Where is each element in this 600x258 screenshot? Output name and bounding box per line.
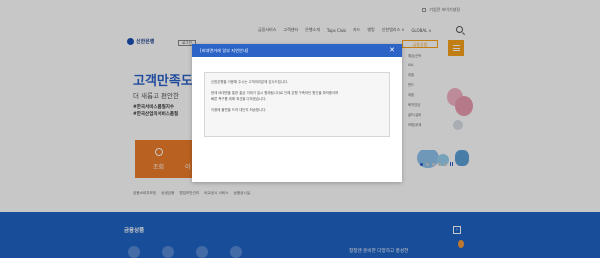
modal-title: [비대면거래 일부 지연안내]: [200, 47, 249, 53]
modal-text: 이용에 불편을 드려 대단히 죄송합니다.: [211, 108, 267, 112]
modal-message-box: 신한은행을 이용해 주시는 고객여러분께 감사드립니다. 현재 비대면을 통한 …: [204, 72, 390, 137]
modal-text: 빠른 복구를 위해 최선을 다하겠습니다.: [211, 97, 267, 101]
modal-text: 현재 비대면을 통한 출금 거래가 일시 원래됩니다로 인해 은행 구축하던 원…: [211, 91, 339, 95]
modal-text: 신한은행을 이용해 주시는 고객여러분께 감사드립니다.: [211, 80, 289, 84]
close-icon[interactable]: ✕: [389, 46, 395, 54]
modal-header: [비대면거래 일부 지연안내] ✕: [192, 44, 402, 57]
notice-modal: [비대면거래 일부 지연안내] ✕ 신한은행을 이용해 주시는 고객여러분께 감…: [192, 44, 402, 182]
